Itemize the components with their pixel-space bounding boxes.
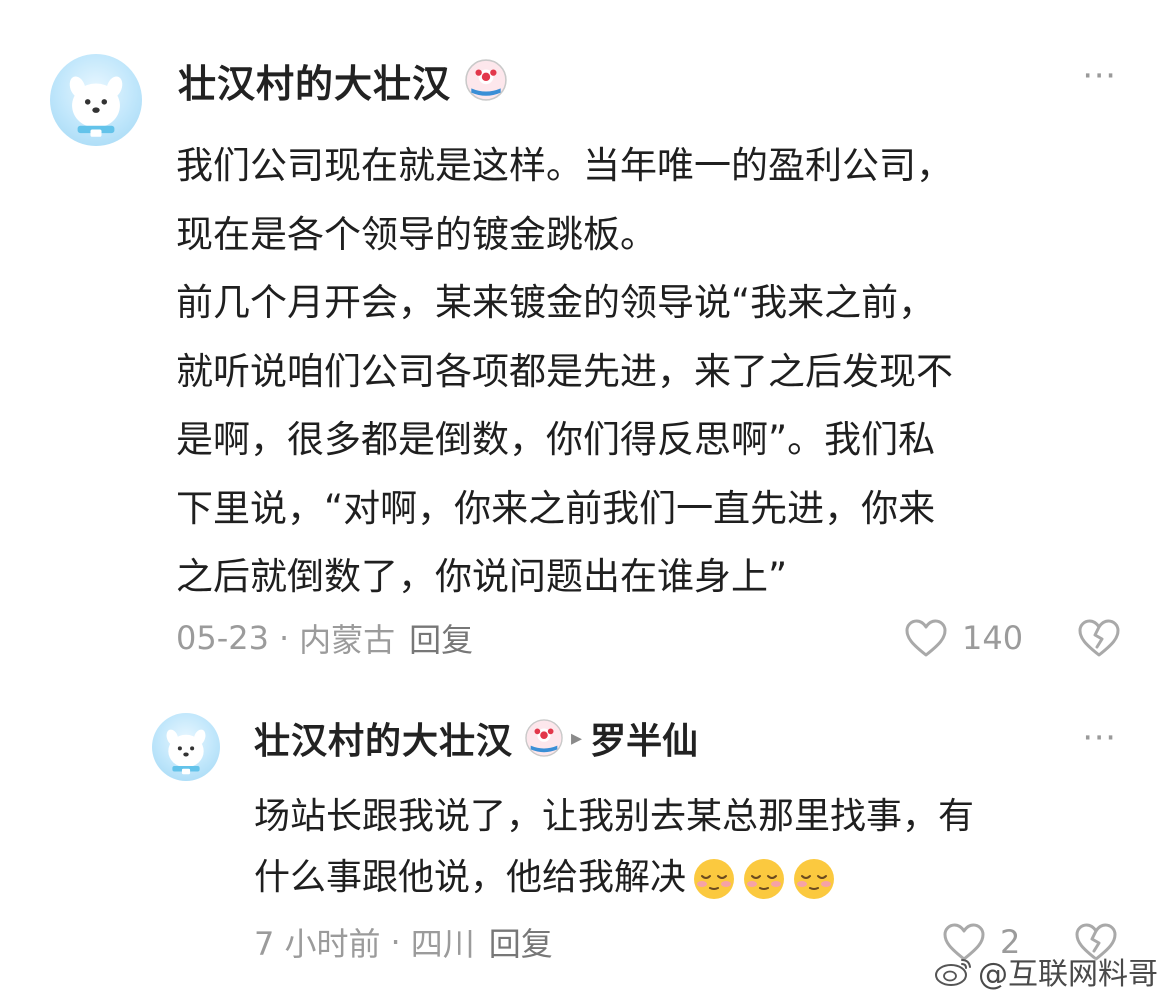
reply-button[interactable]: 回复	[489, 919, 553, 965]
relieved-face-emoji-icon	[792, 857, 836, 901]
more-options-button[interactable]: ⋯	[1082, 58, 1118, 92]
comment-line: 现在是各个领导的镀金跳板。	[176, 212, 657, 256]
comment-line: 什么事跟他说，他给我解决	[254, 857, 687, 898]
dislike-button[interactable]	[1077, 618, 1121, 658]
comment-meta: 7 小时前 · 四川 回复	[254, 918, 553, 966]
reply-button[interactable]: 回复	[409, 615, 473, 661]
watermark-text: @互联网料哥	[978, 957, 1158, 992]
comment-actions: 140	[904, 612, 1121, 664]
username[interactable]: 壮汉村的大壮汉	[178, 53, 451, 108]
comment-line: 前几个月开会，某来镀金的领导说“我来之前，	[176, 281, 936, 324]
comment-meta: 05-23 · 内蒙古 回复	[176, 614, 473, 662]
broken-heart-icon	[1078, 619, 1120, 657]
comment-date: 05-23	[176, 619, 269, 657]
avatar[interactable]	[50, 54, 142, 146]
comment-line: 下里说，“对啊，你来之前我们一直先进，你来	[176, 486, 936, 530]
relieved-face-emoji-icon	[742, 857, 786, 901]
heart-icon	[905, 619, 947, 657]
comment-line: 我们公司现在就是这样。当年唯一的盈利公司，	[176, 144, 953, 187]
comment-location: 四川	[410, 925, 475, 963]
watermark: @互联网料哥	[934, 949, 1158, 993]
comment-location: 内蒙古	[299, 621, 396, 659]
comment-line: 之后就倒数了，你说问题出在谁身上”	[176, 555, 788, 598]
comment-line: 是啊，很多都是倒数，你们得反思啊”。我们私	[176, 418, 936, 461]
more-options-button[interactable]: ⋯	[1082, 720, 1118, 754]
comment-line: 就听说咱们公司各项都是先进，来了之后发现不	[176, 349, 953, 393]
like-button[interactable]: 140	[904, 618, 1023, 658]
comment-text: 场站长跟我说了，让我别去某总那里找事，有 什么事跟他说，他给我解决	[254, 786, 1134, 908]
meta-separator: ·	[278, 619, 290, 657]
reply-target-username[interactable]: 罗半仙	[590, 712, 698, 764]
username[interactable]: 壮汉村的大壮汉	[254, 712, 513, 764]
reply-arrow-icon: ▸	[571, 725, 583, 751]
relieved-face-emoji-icon	[692, 857, 736, 901]
fan-badge-icon	[525, 719, 563, 757]
avatar[interactable]	[152, 713, 220, 781]
dog-avatar-icon	[166, 729, 206, 775]
like-count: 140	[962, 619, 1024, 657]
meta-separator: ·	[390, 923, 401, 961]
weibo-logo-icon	[935, 959, 971, 986]
comment-date: 7 小时前	[254, 925, 381, 963]
fan-badge-icon	[465, 59, 507, 101]
dog-avatar-icon	[69, 76, 123, 137]
comment-text: 我们公司现在就是这样。当年唯一的盈利公司， 现在是各个领导的镀金跳板。 前几个月…	[176, 132, 1136, 612]
comment-line-with-emoji: 什么事跟他说，他给我解决	[254, 847, 1134, 908]
comment-line: 场站长跟我说了，让我别去某总那里找事，有	[254, 796, 975, 837]
